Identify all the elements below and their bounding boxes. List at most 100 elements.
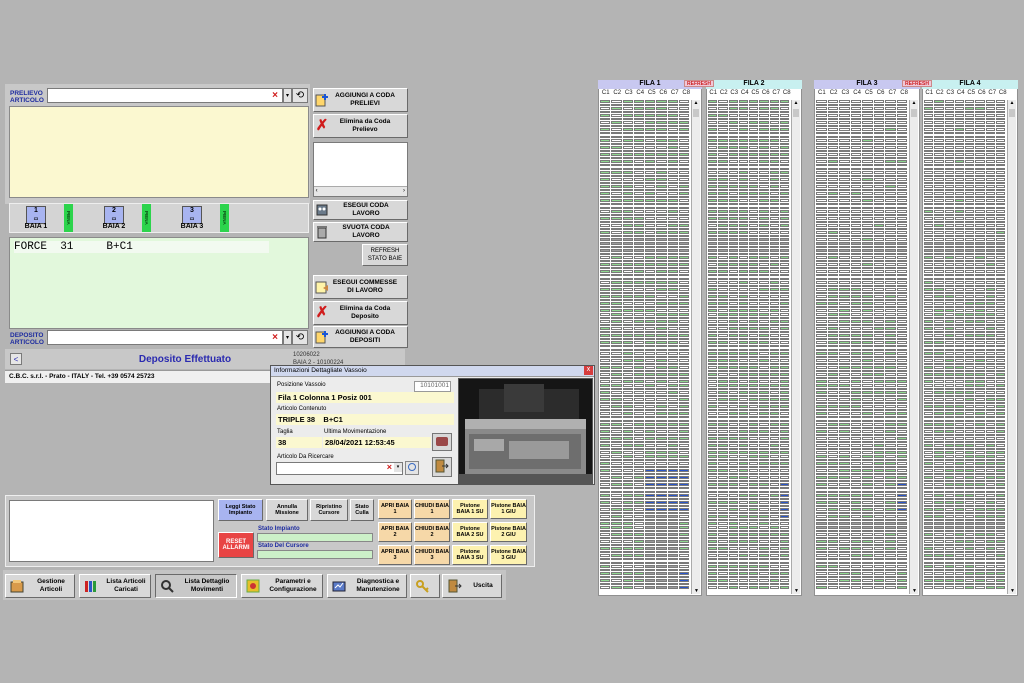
baia-piena-label: PIENA [66, 211, 71, 225]
prelievo-dropdown-button[interactable]: ▾ [283, 88, 292, 103]
search-image-button[interactable] [405, 461, 419, 475]
grid-scrollbar[interactable]: ▲ ▼ [691, 100, 700, 594]
grid-cells[interactable] [708, 100, 790, 592]
posizione-label: Posizione Vassoio [277, 382, 326, 388]
stato-culla-button[interactable]: Stato Culla [350, 499, 374, 521]
deposito-refresh-button[interactable]: ⟲ [292, 330, 308, 345]
leggi-stato-button[interactable]: Leggi Stato Impianto [218, 499, 263, 521]
apri-label: APRI BAIA 3 [380, 548, 410, 562]
aggiungi-depositi-button[interactable]: AGGIUNGI A CODA DEPOSITI [313, 326, 408, 348]
ricercare-dropdown[interactable]: ▾ [394, 463, 402, 472]
apri-baia-1-button[interactable]: APRI BAIA 1 [378, 499, 412, 519]
grid-scrollbar[interactable]: ▲ ▼ [791, 100, 800, 594]
prelievo-refresh-button[interactable]: ⟲ [292, 88, 308, 103]
chiudi-baia-1-button[interactable]: CHIUDI BAIA 1 [414, 499, 450, 519]
exit-door-button[interactable] [432, 457, 452, 477]
leggi-stato-label: Leggi Stato Impianto [225, 503, 256, 517]
nav-button-5[interactable]: Diagnostica e Manutenzione [327, 574, 407, 598]
grid-cells[interactable] [924, 100, 1006, 592]
esegui-coda-label: ESEGUI CODA LAVORO [343, 202, 389, 217]
queue-listbox[interactable]: ‹ › [313, 142, 408, 197]
column-label: C6 [977, 90, 986, 96]
dialog-title: Informazioni Dettagliate Vassoio [274, 367, 367, 374]
grid-cells[interactable] [600, 100, 690, 592]
column-label: C1 [601, 90, 610, 96]
trash-icon [314, 224, 330, 240]
deposito-input[interactable]: × [47, 330, 283, 345]
aggiungi-prelievi-button[interactable]: AGGIUNGI A CODA PRELIEVI [313, 88, 408, 112]
prelievo-list[interactable] [9, 106, 309, 198]
diagnostics-icon [332, 581, 346, 592]
baia-1[interactable]: 1 ▭ BAIA 1 PIENA [12, 204, 77, 232]
column-label: C6 [876, 90, 885, 96]
grid-refresh-button[interactable]: REFRESH [902, 80, 932, 87]
grid-scrollbar[interactable]: ▲ ▼ [909, 100, 918, 594]
nav-button-6[interactable] [410, 574, 440, 598]
queue-scrollbar[interactable]: ‹ › [314, 186, 407, 196]
elimina-deposito-button[interactable]: ✗ Elimina da Coda Deposito [313, 301, 408, 325]
ricercare-input[interactable]: × ▾ [276, 462, 403, 475]
chiudi-baia-3-button[interactable]: CHIUDI BAIA 3 [414, 545, 450, 565]
refresh-baie-label: REFRESH STATO BAIE [367, 248, 403, 262]
column-label: C1 [709, 90, 718, 96]
baia-label: BAIA 3 [180, 223, 204, 230]
reset-allarmi-button[interactable]: RESET ALLARMI [218, 532, 254, 558]
nav-label: Lista Articoli Caricati [106, 578, 146, 593]
esegui-commesse-button[interactable]: ESEGUI COMMESSE DI LAVORO [313, 275, 408, 299]
chiudi-baia-2-button[interactable]: CHIUDI BAIA 2 [414, 522, 450, 542]
column-label: C8 [998, 90, 1007, 96]
pistone-giu-baia-1-button[interactable]: Pistone BAIA 1 GIU [490, 499, 527, 519]
baia-2[interactable]: 2 ▭ BAIA 2 PIENA [90, 204, 155, 232]
force-panel[interactable]: FORCE 31 B+C1 [9, 237, 309, 329]
grid-scrollbar[interactable]: ▲ ▼ [1007, 100, 1016, 594]
pistone-su-baia-2-button[interactable]: Pistone BAIA 2 SU [452, 522, 488, 542]
pistone-su-baia-3-button[interactable]: Pistone BAIA 3 SU [452, 545, 488, 565]
grid-cells[interactable] [816, 100, 908, 592]
clear-icon[interactable]: × [272, 332, 278, 343]
column-label: C5 [751, 90, 760, 96]
prelievo-input[interactable]: × [47, 88, 283, 103]
apri-baia-3-button[interactable]: APRI BAIA 3 [378, 545, 412, 565]
nav-button-1[interactable]: Gestione Articoli [5, 574, 75, 598]
work-orders-icon [314, 279, 330, 295]
column-label: C3 [841, 90, 850, 96]
message-box[interactable] [9, 500, 214, 562]
baia-icon-box: 3 ▭ [182, 206, 202, 224]
column-label: C8 [682, 90, 691, 96]
refresh-baie-button[interactable]: REFRESH STATO BAIE [362, 244, 408, 266]
nav-button-3[interactable]: Lista Dettaglio Movimenti [155, 574, 237, 598]
ripristino-cursore-button[interactable]: Ripristino Cursore [310, 499, 348, 521]
small-code-1: 10206022 [293, 352, 320, 358]
elimina-prelievo-button[interactable]: ✗ Elimina da Coda Prelievo [313, 114, 408, 138]
pistone-giu-baia-3-button[interactable]: Pistone BAIA 3 GIU [490, 545, 527, 565]
pistone-su-baia-1-button[interactable]: Pistone BAIA 1 SU [452, 499, 488, 519]
pistone-giu-label: Pistone BAIA 1 GIU [491, 502, 526, 516]
clear-icon[interactable]: × [272, 90, 278, 101]
pistone-giu-baia-2-button[interactable]: Pistone BAIA 2 GIU [490, 522, 527, 542]
pistone-su-label: Pistone BAIA 2 SU [456, 525, 484, 539]
nav-button-7[interactable]: Uscita [442, 574, 502, 598]
fila-title: FILA 4 [922, 80, 1018, 89]
apri-baia-2-button[interactable]: APRI BAIA 2 [378, 522, 412, 542]
detail-dialog: Informazioni Dettagliate Vassoio x Posiz… [270, 365, 595, 485]
aggiungi-depositi-label: AGGIUNGI A CODA DEPOSITI [335, 329, 395, 344]
nav-button-2[interactable]: Lista Articoli Caricati [79, 574, 151, 598]
grid-refresh-button[interactable]: REFRESH [684, 80, 714, 87]
articolo-label: Articolo Contenuto [277, 406, 327, 412]
nav-label: Gestione Articoli [37, 578, 65, 593]
tray-photo-button[interactable] [432, 433, 452, 451]
nav-button-4[interactable]: Parametri e Configurazione [241, 574, 323, 598]
clear-icon[interactable]: × [387, 462, 392, 472]
annulla-missione-button[interactable]: Annulla Missione [266, 499, 308, 521]
column-label: C2 [829, 90, 838, 96]
baia-num: 3 [190, 207, 194, 214]
status-back-button[interactable]: < [10, 353, 22, 365]
esegui-coda-button[interactable]: ESEGUI CODA LAVORO [313, 200, 408, 220]
deposito-dropdown-button[interactable]: ▾ [283, 330, 292, 345]
force-text: FORCE 31 B+C1 [14, 241, 269, 253]
dialog-close-button[interactable]: x [584, 366, 593, 375]
elimina-deposito-label: Elimina da Coda Deposito [339, 305, 391, 320]
keys-icon [416, 580, 429, 593]
svuota-coda-button[interactable]: SVUOTA CODA LAVORO [313, 222, 408, 242]
baia-3[interactable]: 3 ▭ BAIA 3 PIENA [168, 204, 233, 232]
